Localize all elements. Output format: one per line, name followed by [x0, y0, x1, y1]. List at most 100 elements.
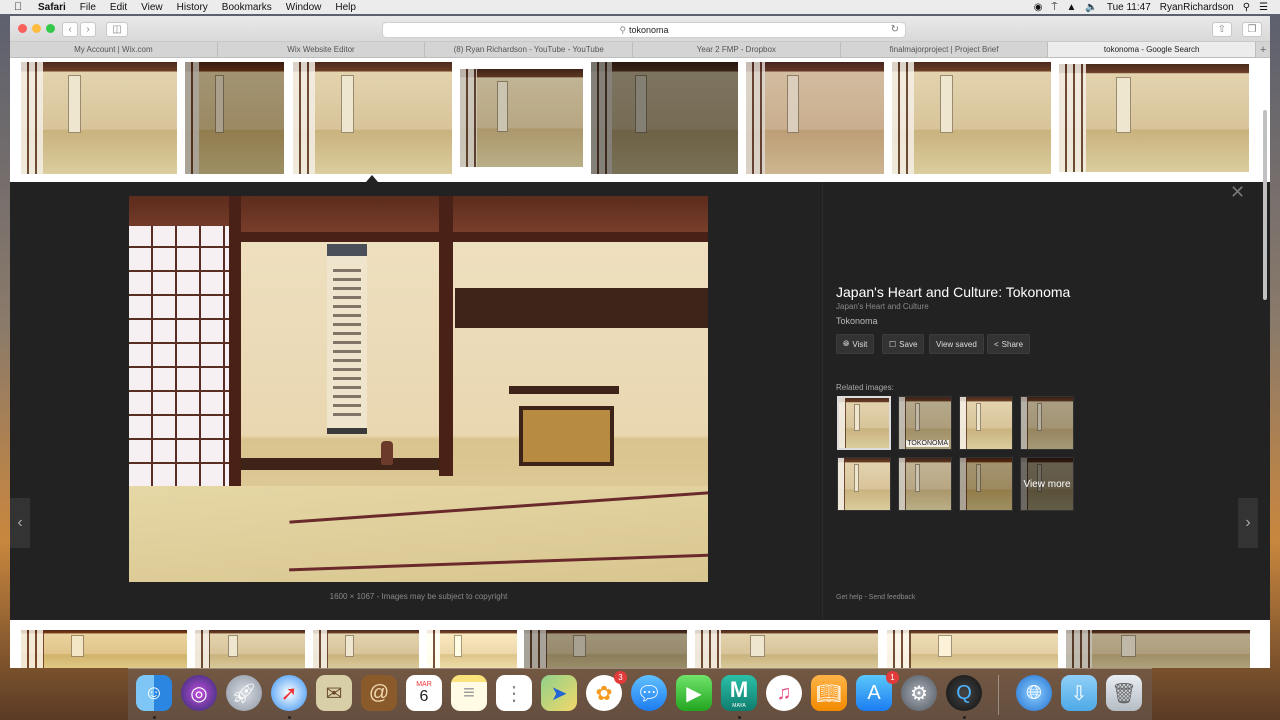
- related-image[interactable]: [959, 457, 1013, 511]
- image-cabinet: [519, 406, 614, 466]
- maya-icon[interactable]: M MAYA: [721, 675, 757, 711]
- next-image-button[interactable]: ›: [1238, 498, 1258, 548]
- result-thumbnail-selected[interactable]: [293, 62, 452, 174]
- result-thumbnail[interactable]: [195, 630, 305, 668]
- close-icon: ✕: [1230, 182, 1246, 202]
- bluetooth-icon[interactable]: ⍑: [1051, 2, 1057, 13]
- close-preview-button[interactable]: ✕: [1230, 182, 1245, 203]
- tab-google-search[interactable]: tokonoma - Google Search: [1048, 42, 1257, 57]
- menu-app-name[interactable]: Safari: [38, 2, 66, 13]
- result-thumbnail[interactable]: [1066, 630, 1250, 668]
- trash-icon[interactable]: 🗑︎: [1106, 675, 1142, 711]
- finder-icon[interactable]: ☺: [136, 675, 172, 711]
- quicktime-icon[interactable]: Q: [946, 675, 982, 711]
- calendar-icon[interactable]: MAR 6: [406, 675, 442, 711]
- visit-button[interactable]: 🌐︎ Visit: [836, 334, 875, 354]
- messages-icon[interactable]: 💬︎: [631, 675, 667, 711]
- user-name[interactable]: RyanRichardson: [1160, 2, 1234, 13]
- panel-divider: [822, 182, 823, 620]
- previous-image-button[interactable]: ‹: [10, 498, 30, 548]
- tab-dropbox[interactable]: Year 2 FMP - Dropbox: [633, 42, 841, 57]
- back-button[interactable]: ‹: [62, 22, 78, 37]
- result-thumbnail[interactable]: [460, 69, 583, 167]
- spotlight-icon[interactable]: ⚲: [1243, 2, 1250, 13]
- notes-icon[interactable]: ≡: [451, 675, 487, 711]
- preview-image[interactable]: [129, 196, 708, 582]
- related-image[interactable]: [837, 396, 891, 450]
- scrollbar-thumb[interactable]: [1263, 110, 1267, 300]
- share-toolbar-button[interactable]: ⇧: [1212, 22, 1232, 37]
- result-thumbnail[interactable]: [427, 630, 517, 668]
- related-image[interactable]: [1020, 396, 1074, 450]
- thumbnail-image: [591, 62, 738, 174]
- related-image[interactable]: [837, 457, 891, 511]
- result-thumbnail[interactable]: [892, 62, 1051, 174]
- sidebar-button[interactable]: ◫: [106, 22, 128, 37]
- facetime-icon[interactable]: ▶: [676, 675, 712, 711]
- forward-button[interactable]: ›: [80, 22, 96, 37]
- chevron-right-icon: ›: [1245, 514, 1251, 531]
- result-thumbnail[interactable]: [591, 62, 738, 174]
- result-thumbnail[interactable]: [695, 630, 878, 668]
- menu-window[interactable]: Window: [286, 2, 322, 13]
- tab-project-brief[interactable]: finalmajorproject | Project Brief: [841, 42, 1049, 57]
- share-label: Share: [1001, 339, 1024, 349]
- ibooks-icon[interactable]: 📖︎: [811, 675, 847, 711]
- help-feedback-links[interactable]: Get help - Send feedback: [836, 594, 915, 601]
- reminders-icon[interactable]: ⋮: [496, 675, 532, 711]
- show-tabs-button[interactable]: ❐: [1242, 22, 1262, 37]
- related-image[interactable]: [898, 457, 952, 511]
- minimize-window-button[interactable]: [32, 24, 41, 33]
- result-thumbnail[interactable]: [746, 62, 884, 174]
- maps-icon[interactable]: ➤: [541, 675, 577, 711]
- safari-icon[interactable]: ➚: [271, 675, 307, 711]
- image-shoji-window: [129, 226, 229, 486]
- preview-source[interactable]: Tokonoma: [836, 316, 878, 326]
- notification-center-icon[interactable]: ☰: [1259, 2, 1268, 13]
- related-image[interactable]: TOKONOMA: [898, 396, 952, 450]
- siri-icon[interactable]: ◎: [181, 675, 217, 711]
- result-thumbnail[interactable]: [887, 630, 1058, 668]
- itunes-icon[interactable]: ♫: [766, 675, 802, 711]
- menu-edit[interactable]: Edit: [110, 2, 127, 13]
- apple-icon[interactable]: : [14, 1, 28, 13]
- related-image[interactable]: [959, 396, 1013, 450]
- globe-icon[interactable]: 🌐︎: [1016, 675, 1052, 711]
- address-bar[interactable]: ⚲ tokonoma ↻: [382, 22, 906, 38]
- menu-view[interactable]: View: [141, 2, 163, 13]
- menu-help[interactable]: Help: [335, 2, 356, 13]
- result-thumbnail[interactable]: [21, 630, 187, 668]
- menu-bookmarks[interactable]: Bookmarks: [222, 2, 272, 13]
- new-tab-button[interactable]: +: [1256, 42, 1270, 57]
- zoom-window-button[interactable]: [46, 24, 55, 33]
- tab-youtube[interactable]: (8) Ryan Richardson - YouTube - YouTube: [425, 42, 634, 57]
- launchpad-icon[interactable]: 🚀︎: [226, 675, 262, 711]
- wifi-icon[interactable]: ▲: [1066, 2, 1076, 13]
- view-saved-button[interactable]: View saved: [929, 334, 984, 354]
- result-thumbnail[interactable]: [524, 630, 687, 668]
- share-icon: <: [994, 339, 999, 349]
- clock[interactable]: Tue 11:47: [1107, 2, 1151, 13]
- record-icon[interactable]: ◉: [1034, 2, 1043, 13]
- tab-wix-account[interactable]: My Account | Wix.com: [10, 42, 218, 57]
- menu-file[interactable]: File: [80, 2, 96, 13]
- downloads-folder-icon[interactable]: ⇩: [1061, 675, 1097, 711]
- result-thumbnail[interactable]: [313, 630, 419, 668]
- result-thumbnail[interactable]: [185, 62, 284, 174]
- system-preferences-icon[interactable]: ⚙: [901, 675, 937, 711]
- volume-icon[interactable]: 🔈: [1085, 2, 1097, 13]
- contacts-icon[interactable]: @: [361, 675, 397, 711]
- reload-icon[interactable]: ↻: [891, 24, 899, 35]
- preview-title[interactable]: Japan's Heart and Culture: Tokonoma: [836, 284, 1070, 300]
- close-window-button[interactable]: [18, 24, 27, 33]
- share-button[interactable]: < Share: [987, 334, 1031, 354]
- tab-wix-editor[interactable]: Wix Website Editor: [218, 42, 426, 57]
- view-more-button[interactable]: View more: [1020, 457, 1074, 511]
- menu-history[interactable]: History: [177, 2, 208, 13]
- vertical-scrollbar[interactable]: [1262, 104, 1268, 304]
- result-thumbnail[interactable]: [1059, 64, 1249, 172]
- result-thumbnail[interactable]: [21, 62, 177, 174]
- save-button[interactable]: ☐ Save: [882, 334, 925, 354]
- thumbnail-image: [892, 62, 1051, 174]
- mail-stamp-icon[interactable]: ✉: [316, 675, 352, 711]
